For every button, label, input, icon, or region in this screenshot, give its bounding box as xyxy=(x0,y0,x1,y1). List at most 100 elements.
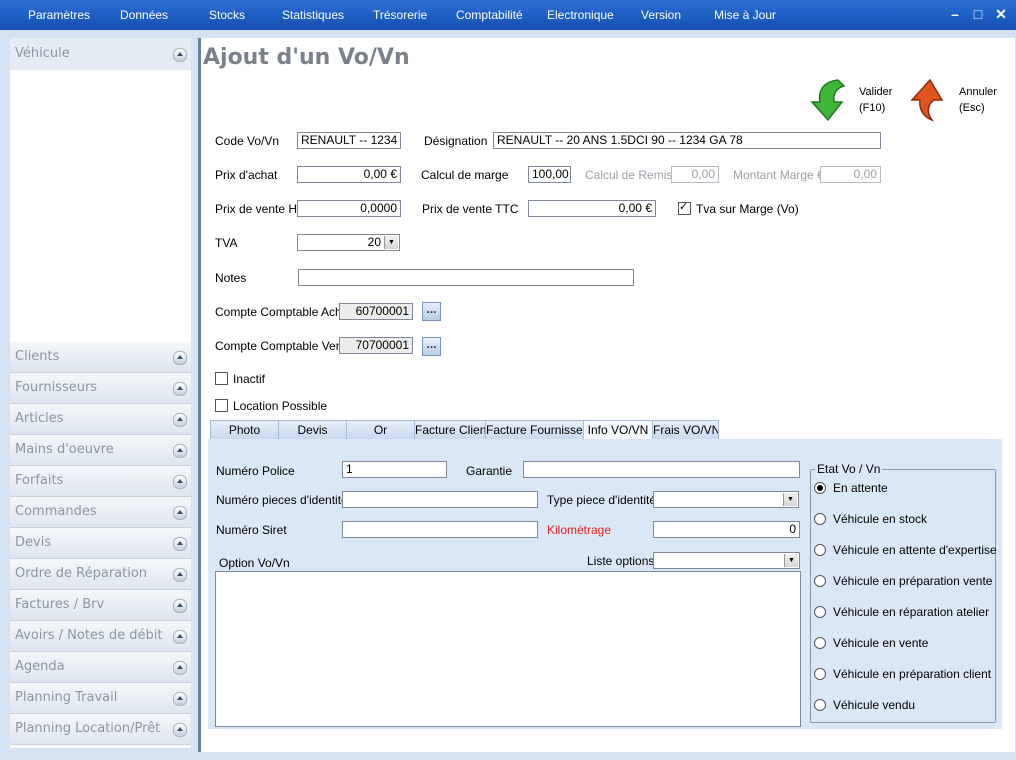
menu-stocks[interactable]: Stocks xyxy=(209,8,245,22)
sidebar-item-planning-location[interactable]: Planning Location/Prêt xyxy=(10,714,191,745)
option-label: Option Vo/Vn xyxy=(219,556,290,570)
compte-achat-input[interactable]: 60700001 xyxy=(339,303,413,320)
calcul-marge-input[interactable]: 100,00 xyxy=(528,166,571,183)
location-checkbox[interactable] xyxy=(215,399,228,412)
tab-devis[interactable]: Devis xyxy=(278,420,347,440)
etat-radio-prep-vente[interactable] xyxy=(814,575,826,587)
cancel-button[interactable]: Annuler (Esc) xyxy=(908,78,1004,122)
sidebar-item-fournisseurs[interactable]: Fournisseurs xyxy=(10,373,191,404)
chevron-up-icon[interactable] xyxy=(173,475,187,489)
montant-marge-input[interactable]: 0,00 xyxy=(820,166,881,183)
numero-police-input[interactable]: 1 xyxy=(342,461,447,478)
numero-siret-input[interactable] xyxy=(342,521,538,538)
menu-mise-a-jour[interactable]: Mise à Jour xyxy=(714,8,776,22)
chevron-up-icon[interactable] xyxy=(173,382,187,396)
compte-vente-label: Compte Comptable Vente xyxy=(215,339,353,353)
notes-input[interactable] xyxy=(298,269,634,286)
chevron-up-icon[interactable] xyxy=(173,723,187,737)
menu-statistiques[interactable]: Statistiques xyxy=(282,8,344,22)
etat-label: Véhicule en réparation atelier xyxy=(833,605,990,619)
compte-vente-input[interactable]: 70700001 xyxy=(339,337,413,354)
inactif-checkbox[interactable] xyxy=(215,372,228,385)
sidebar-item-agenda[interactable]: Agenda xyxy=(10,652,191,683)
sidebar-item-vehicule[interactable]: Véhicule xyxy=(10,38,191,70)
prix-achat-label: Prix d'achat xyxy=(215,168,278,182)
etat-radio-expertise[interactable] xyxy=(814,544,826,556)
menu-electronique[interactable]: Electronique xyxy=(547,8,614,22)
chevron-up-icon[interactable] xyxy=(173,599,187,613)
menu-donnees[interactable]: Données xyxy=(120,8,168,22)
chevron-up-icon[interactable] xyxy=(173,351,187,365)
sidebar-item-factures[interactable]: Factures / Brv xyxy=(10,590,191,621)
tab-photo[interactable]: Photo xyxy=(210,420,279,440)
etat-title: Etat Vo / Vn xyxy=(815,462,883,476)
sidebar-item-mains-oeuvre[interactable]: Mains d'oeuvre xyxy=(10,435,191,466)
chevron-up-icon[interactable] xyxy=(173,444,187,458)
sidebar-item-avoirs[interactable]: Avoirs / Notes de débit xyxy=(10,621,191,652)
sidebar-item-planning-travail[interactable]: Planning Travail xyxy=(10,683,191,714)
code-input[interactable]: RENAULT -- 1234 G. xyxy=(297,132,401,149)
sidebar-item-devis[interactable]: Devis xyxy=(10,528,191,559)
tab-facture-fournisseur[interactable]: Facture Fournisseur xyxy=(485,420,584,440)
tva-select[interactable]: 20 ▼ xyxy=(297,234,400,251)
chevron-up-icon[interactable] xyxy=(173,413,187,427)
calcul-remise-input[interactable]: 0,00 xyxy=(671,166,719,183)
kilometrage-input[interactable]: 0 xyxy=(653,521,800,538)
sidebar-item-articles[interactable]: Articles xyxy=(10,404,191,435)
menu-version[interactable]: Version xyxy=(641,8,681,22)
prix-achat-input[interactable]: 0,00 € xyxy=(297,166,401,183)
close-icon[interactable]: ✕ xyxy=(992,5,1010,23)
prix-vente-ht-label: Prix de vente HT xyxy=(215,202,305,216)
sidebar-item-label: Véhicule xyxy=(15,46,70,61)
liste-options-select[interactable]: ▼ xyxy=(653,552,800,569)
etat-radio-vente[interactable] xyxy=(814,637,826,649)
etat-radio-en-attente[interactable] xyxy=(814,482,826,494)
chevron-down-icon[interactable]: ▼ xyxy=(783,493,797,506)
etat-label: Véhicule en vente xyxy=(833,636,929,650)
chevron-down-icon[interactable]: ▼ xyxy=(384,236,398,249)
type-piece-select[interactable]: ▼ xyxy=(653,491,799,508)
validate-button[interactable]: Valider (F10) xyxy=(808,78,898,122)
etat-label: Véhicule en préparation vente xyxy=(833,574,993,588)
calcul-marge-label: Calcul de marge xyxy=(421,168,509,182)
tab-frais-vo-vn[interactable]: Frais VO/VN xyxy=(652,420,719,440)
etat-radio-reparation[interactable] xyxy=(814,606,826,618)
tva-marge-label: Tva sur Marge (Vo) xyxy=(696,202,799,216)
menu-tresorerie[interactable]: Trésorerie xyxy=(373,8,427,22)
designation-input[interactable]: RENAULT -- 20 ANS 1.5DCI 90 -- 1234 GA 7… xyxy=(493,132,881,149)
menu-comptabilite[interactable]: Comptabilité xyxy=(456,8,523,22)
garantie-input[interactable] xyxy=(523,461,800,478)
chevron-down-icon[interactable]: ▼ xyxy=(784,554,798,567)
prix-vente-ht-input[interactable]: 0,0000 xyxy=(297,200,401,217)
chevron-up-icon[interactable] xyxy=(173,48,187,62)
location-label: Location Possible xyxy=(233,399,328,413)
prix-vente-ttc-input[interactable]: 0,00 € xyxy=(528,200,656,217)
maximize-icon[interactable]: □ xyxy=(969,5,987,23)
sidebar-item-commandes[interactable]: Commandes xyxy=(10,497,191,528)
sidebar-item-clients[interactable]: Clients xyxy=(10,342,191,373)
montant-marge-label: Montant Marge € xyxy=(733,168,824,182)
numero-pieces-input[interactable] xyxy=(342,491,538,508)
sidebar-item-ordre-reparation[interactable]: Ordre de Réparation xyxy=(10,559,191,590)
compte-achat-label: Compte Comptable Achat xyxy=(215,305,352,319)
chevron-up-icon[interactable] xyxy=(173,506,187,520)
chevron-up-icon[interactable] xyxy=(173,568,187,582)
tab-facture-client[interactable]: Facture Client xyxy=(414,420,486,440)
etat-radio-prep-client[interactable] xyxy=(814,668,826,680)
minimize-icon[interactable]: – xyxy=(946,5,964,23)
chevron-up-icon[interactable] xyxy=(173,661,187,675)
chevron-up-icon[interactable] xyxy=(173,630,187,644)
tva-marge-checkbox[interactable] xyxy=(678,200,691,215)
chevron-up-icon[interactable] xyxy=(173,692,187,706)
sidebar-item-forfaits[interactable]: Forfaits xyxy=(10,466,191,497)
etat-radio-stock[interactable] xyxy=(814,513,826,525)
compte-vente-browse-button[interactable]: ... xyxy=(422,337,441,356)
etat-label: Véhicule en stock xyxy=(833,512,928,526)
option-textarea[interactable] xyxy=(215,571,801,727)
chevron-up-icon[interactable] xyxy=(173,537,187,551)
tab-or[interactable]: Or xyxy=(346,420,415,440)
menu-parametres[interactable]: Paramètres xyxy=(28,8,90,22)
compte-achat-browse-button[interactable]: ... xyxy=(422,302,441,321)
tab-info-vo-vn[interactable]: Info VO/VN xyxy=(583,420,653,441)
etat-radio-vendu[interactable] xyxy=(814,699,826,711)
